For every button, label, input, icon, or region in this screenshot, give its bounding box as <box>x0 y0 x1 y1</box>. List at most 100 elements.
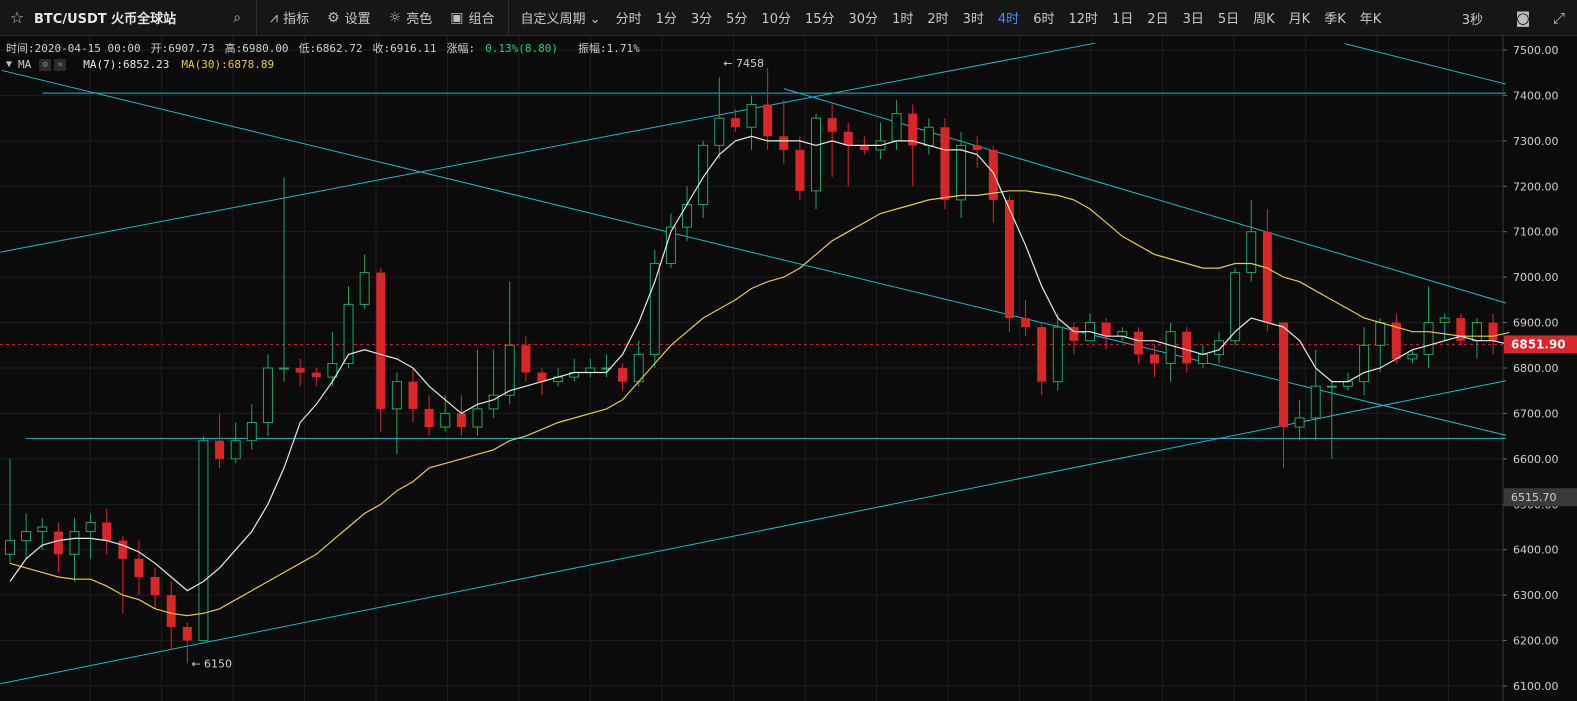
candle-body-down <box>1278 322 1288 428</box>
info-time: 时间:2020-04-15 00:00 <box>6 42 141 55</box>
fullscreen-icon[interactable]: ⤢ <box>1541 9 1577 27</box>
chart-toolbar: ☆ BTC/USDT 火币全球站 ⌕ ⩘ 指标 ⚙ 设置 ☼ 亮色 ▣ 组合 自定义周期… <box>0 0 1577 36</box>
candle-body-down <box>1182 331 1192 364</box>
refresh-interval[interactable]: 3秒 <box>1462 9 1483 28</box>
candle-body-down <box>779 136 789 150</box>
candle-body-up <box>1230 272 1241 342</box>
layout-button[interactable]: ▣ 组合 <box>450 8 495 28</box>
candle[interactable] <box>1456 313 1466 346</box>
candle[interactable] <box>940 118 950 209</box>
candle-body-down <box>827 118 837 132</box>
period-tab[interactable]: 月K <box>1289 8 1311 27</box>
candle-body-down <box>134 558 144 577</box>
candle-body-down <box>1133 331 1143 355</box>
candle-body-up <box>923 126 934 146</box>
collapse-triangle-icon[interactable]: ▼ <box>6 59 12 70</box>
period-tab[interactable]: 1日 <box>1112 8 1133 27</box>
candle-body-down <box>1101 322 1111 337</box>
candle-body-down <box>295 368 305 373</box>
chevron-down-icon: ⌄ <box>589 12 601 27</box>
period-tabs: 分时 1分 3分 5分 10分 15分 30分 1时 2时 3时 4时 6时 12时 1日 2日 3日 5日 周K… <box>609 8 1389 27</box>
candle-body-down <box>311 372 321 378</box>
candle-body-up <box>746 104 757 128</box>
period-tab[interactable]: 2日 <box>1147 8 1168 27</box>
cursor-price-label: 6515.70 <box>1511 491 1557 504</box>
search-icon[interactable]: ⌕ <box>222 10 252 26</box>
favorite-star-icon[interactable]: ☆ <box>0 8 34 27</box>
candle-body-up <box>488 394 499 410</box>
candle[interactable] <box>1230 268 1241 346</box>
y-tick-label: 6300.00 <box>1513 589 1559 602</box>
candle-body-up <box>391 381 402 410</box>
period-tab[interactable]: 年K <box>1360 8 1382 27</box>
period-tab[interactable]: 3时 <box>963 8 984 27</box>
period-tab[interactable]: 5日 <box>1218 8 1239 27</box>
period-tab[interactable]: 季K <box>1324 8 1346 27</box>
period-tab[interactable]: 周K <box>1253 8 1275 27</box>
candle-body-up <box>1197 353 1208 364</box>
theme-toggle-button[interactable]: ☼ 亮色 <box>389 8 433 28</box>
y-tick-label: 7100.00 <box>1513 226 1559 239</box>
candle-body-up <box>1375 322 1386 346</box>
period-tab[interactable]: 1时 <box>892 8 913 27</box>
candle-body-down <box>102 522 112 541</box>
info-change-value: 0.13%(8.80) <box>485 42 559 55</box>
candle-body-up <box>246 422 257 442</box>
candle-body-up <box>1246 231 1257 274</box>
theme-label: 亮色 <box>406 12 433 27</box>
candle-body-up <box>472 408 483 428</box>
candle-body-down <box>763 104 773 137</box>
candlestick-chart[interactable]: 7500.00 7400.00 7300.00 7200.00 7100.00 7000.… <box>0 36 1577 701</box>
candle-body-down <box>150 576 160 596</box>
candle-body-down <box>1021 318 1031 328</box>
period-tab[interactable]: 3日 <box>1183 8 1204 27</box>
period-tab[interactable]: 分时 <box>616 8 642 27</box>
candle-body-up <box>585 367 596 374</box>
candle[interactable] <box>376 268 386 432</box>
candle-body-up <box>359 272 370 305</box>
symbol-title[interactable]: BTC/USDT 火币全球站 <box>34 8 176 27</box>
indicators-button[interactable]: ⩘ 指标 <box>270 8 310 28</box>
period-tab[interactable]: 5分 <box>726 8 747 27</box>
candle[interactable] <box>649 249 660 368</box>
camera-icon[interactable]: ◙ <box>1505 9 1541 27</box>
candle-body-up <box>5 540 15 555</box>
layout-label: 组合 <box>468 12 495 27</box>
candle-body-up <box>327 362 338 378</box>
period-tab[interactable]: 15分 <box>805 8 835 27</box>
period-tab[interactable]: 12时 <box>1068 8 1098 27</box>
period-tab[interactable]: 2时 <box>927 8 948 27</box>
candle-body-up <box>1214 340 1224 355</box>
period-tab[interactable]: 4时 <box>998 8 1019 27</box>
period-tab[interactable]: 6时 <box>1033 8 1054 27</box>
info-change-label: 涨幅: <box>446 42 476 55</box>
candle-body-up <box>714 117 725 146</box>
period-tab[interactable]: 30分 <box>849 8 879 27</box>
ma-settings-icon[interactable]: ⚙ <box>39 58 52 71</box>
candle-body-up <box>1439 317 1450 324</box>
period-tab[interactable]: 10分 <box>761 8 791 27</box>
candle-body-up <box>682 203 693 228</box>
y-tick-label: 6200.00 <box>1513 635 1559 648</box>
indicators-label: 指标 <box>283 12 310 27</box>
candle-body-up <box>1326 385 1337 388</box>
period-tab[interactable]: 3分 <box>691 8 712 27</box>
period-tab[interactable]: 1分 <box>656 8 677 27</box>
candle-body-up <box>1310 385 1321 419</box>
candle[interactable] <box>198 436 209 642</box>
custom-period-label: 自定义周期 <box>520 12 586 27</box>
candle-body-down <box>376 272 386 409</box>
info-change: 涨幅: 0.13%(8.80) <box>447 42 568 55</box>
candle-body-down <box>1037 327 1047 382</box>
ohlc-info-bar: 时间:2020-04-15 00:00 开:6907.73 高:6980.00 低:6… <box>6 40 650 56</box>
candle-body-down <box>456 413 466 428</box>
current-price-label: 6851.90 <box>1511 337 1566 351</box>
settings-label: 设置 <box>344 12 371 27</box>
ma-close-icon[interactable]: ✕ <box>54 58 67 71</box>
candle-body-up <box>504 344 515 396</box>
candle-body-up <box>21 531 32 542</box>
y-tick-label: 6100.00 <box>1513 680 1559 693</box>
custom-period-dropdown[interactable]: 自定义周期 ⌄ <box>521 8 601 27</box>
y-tick-label: 6800.00 <box>1513 362 1559 375</box>
settings-button[interactable]: ⚙ 设置 <box>327 8 371 28</box>
